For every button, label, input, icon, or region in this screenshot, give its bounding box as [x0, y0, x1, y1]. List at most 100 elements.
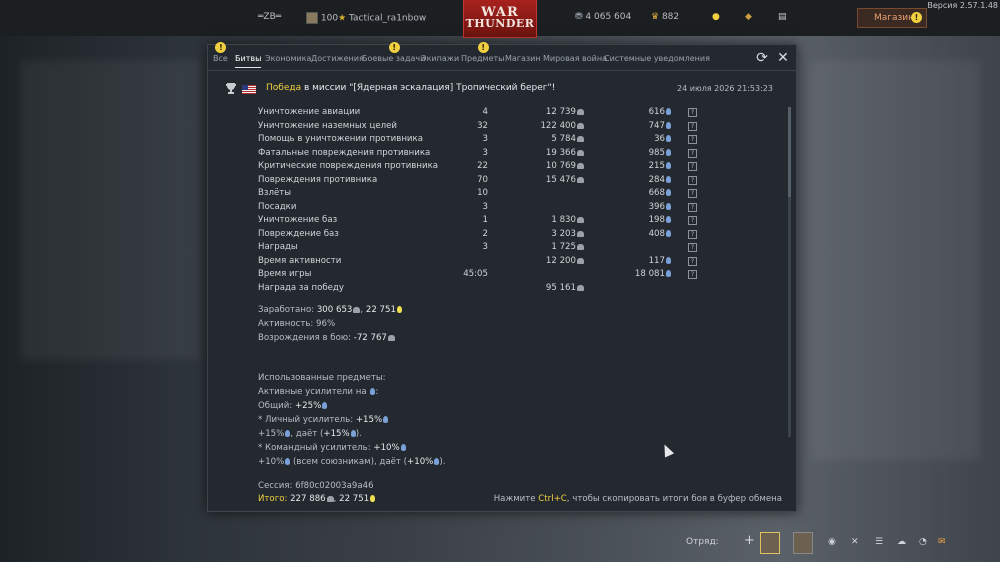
tab-achievements[interactable]: Достижения	[311, 54, 364, 63]
research-points-icon	[666, 189, 671, 196]
session-line: Сессия: 6f80c02003a9a46	[258, 481, 374, 491]
personal-booster-line: * Личный усилитель: +15%	[258, 415, 389, 425]
row-research-points: 747	[603, 121, 671, 131]
golden-eagles-balance[interactable]: ♛ 882	[651, 12, 679, 22]
row-count: 22	[477, 161, 488, 171]
tab-crews[interactable]: Экипажи	[421, 54, 459, 63]
tab-battle-tasks[interactable]: ! Боевые задачи	[362, 42, 425, 63]
row-label: Уничтожение авиации	[258, 107, 361, 117]
war-thunder-logo[interactable]: WAR THUNDER	[463, 0, 537, 38]
refresh-icon[interactable]: ⟳	[754, 50, 770, 66]
list-icon[interactable]: ☰	[875, 537, 883, 547]
version-label: Версия 2.57.1.48	[927, 1, 998, 10]
silver-lions-icon	[577, 109, 584, 115]
row-research-points: 215	[603, 161, 671, 171]
row-silver-lions: 1 830	[508, 215, 584, 225]
help-icon[interactable]: ?	[688, 243, 697, 252]
row-count: 1	[482, 215, 488, 225]
premium-icon[interactable]: ◆	[745, 12, 752, 22]
row-count: 3	[482, 242, 488, 252]
add-squad-member-icon[interactable]: +	[744, 533, 755, 548]
tab-items[interactable]: ! Предметы	[461, 42, 504, 63]
scrollbar[interactable]	[788, 107, 791, 437]
row-research-points: 616	[603, 107, 671, 117]
row-count: 45:05	[463, 269, 488, 279]
research-points-icon	[666, 175, 671, 183]
help-icon[interactable]: ?	[688, 229, 697, 239]
research-points-icon	[666, 148, 671, 156]
table-row: Взлёты 10 668?	[258, 188, 718, 202]
tab-economy[interactable]: Экономика	[265, 54, 311, 63]
table-row: Уничтожение наземных целей 32 122 400 747?	[258, 121, 718, 135]
active-boosters-line: Активные усилители на :	[258, 387, 379, 397]
tab-shop[interactable]: Магазин	[505, 54, 541, 63]
help-icon[interactable]: ?	[688, 162, 697, 171]
help-icon[interactable]: ?	[688, 108, 697, 117]
row-count: 3	[482, 147, 488, 158]
help-icon[interactable]: ?	[688, 189, 697, 198]
used-items-heading: Использованные предметы:	[258, 373, 386, 383]
trophy-icon	[226, 83, 236, 94]
player-profile[interactable]: 100★ Tactical_ra1nbow	[306, 12, 426, 24]
row-silver-lions: 95 161	[508, 283, 584, 293]
row-label: Фатальные повреждения противника	[258, 147, 431, 158]
research-points-icon	[666, 121, 671, 129]
help-icon[interactable]: ?	[688, 121, 697, 131]
earned-line: Заработано: 300 653, 22 751	[258, 305, 402, 315]
squad-settings-icon[interactable]: ◉	[828, 537, 836, 547]
top-bar: ═ZB═ 100★ Tactical_ra1nbow WAR THUNDER ⛃…	[0, 0, 1000, 38]
row-label: Награды	[258, 242, 298, 252]
squad-member-slot[interactable]	[760, 532, 780, 554]
row-silver-lions: 10 769	[508, 161, 584, 171]
close-icon[interactable]: ✕	[775, 50, 791, 66]
row-silver-lions: 122 400	[508, 121, 584, 131]
row-research-points: 117	[603, 256, 671, 266]
message-content: Победа в миссии "[Ядерная эскалация] Тро…	[208, 71, 796, 511]
row-silver-lions: 12 739	[508, 107, 584, 117]
mail-icon[interactable]: ✉	[938, 537, 946, 547]
row-label: Награда за победу	[258, 282, 344, 293]
contacts-icon[interactable]: ☁	[897, 537, 906, 547]
squad-member-slot[interactable]	[793, 532, 813, 554]
chat-icon[interactable]: ◔	[919, 537, 927, 547]
rewards-table: Уничтожение авиации 4 12 739 616? Уничтожени…	[258, 107, 718, 296]
tab-all[interactable]: ! Все	[213, 42, 228, 63]
row-label: Повреждения противника	[258, 174, 378, 185]
row-research-points: 668	[603, 188, 671, 198]
tab-bar: ! Все Битвы Экономика Достижения ! Боевые …	[208, 42, 796, 71]
row-research-points: 985	[603, 148, 671, 158]
squad-booster-gives-line: +10% (всем союзникам), даёт (+10%).	[258, 457, 446, 467]
row-label: Уничтожение баз	[258, 215, 338, 225]
help-icon[interactable]: ?	[688, 270, 697, 279]
help-icon[interactable]: ?	[688, 216, 697, 225]
help-icon[interactable]: ?	[688, 256, 697, 266]
help-icon[interactable]: ?	[688, 148, 697, 158]
research-points-icon	[666, 202, 671, 210]
shop-alert-icon: !	[911, 12, 922, 23]
coupon-icon[interactable]: ▤	[778, 12, 787, 22]
squad-tag[interactable]: ═ZB═	[258, 12, 281, 22]
silver-lions-icon	[577, 122, 584, 129]
row-label: Уничтожение наземных целей	[258, 120, 397, 131]
tab-system-notifications[interactable]: Системные уведомления	[604, 54, 710, 63]
scrollbar-thumb[interactable]	[788, 107, 791, 197]
tab-world-war[interactable]: Мировая война	[543, 54, 607, 63]
avatar	[306, 12, 318, 24]
lightbulb-icon[interactable]: ●	[712, 12, 720, 22]
tab-battles[interactable]: Битвы	[235, 54, 262, 68]
research-points-icon	[396, 306, 402, 313]
help-icon[interactable]: ?	[688, 135, 697, 144]
help-icon[interactable]: ?	[688, 202, 697, 212]
research-points-icon	[400, 444, 406, 451]
research-points-icon	[666, 270, 671, 277]
leave-squad-icon[interactable]: ✕	[851, 537, 859, 547]
silver-lions-balance[interactable]: ⛃ 4 065 604	[575, 12, 631, 22]
row-label: Критические повреждения противника	[258, 161, 439, 171]
help-icon[interactable]: ?	[688, 175, 697, 185]
golden-eagles-icon: ♛	[651, 12, 660, 22]
table-row: Критические повреждения противника 22 10 7…	[258, 161, 718, 175]
row-research-points: 36	[603, 134, 671, 144]
research-points-icon	[383, 416, 389, 423]
row-research-points: 284	[603, 175, 671, 185]
research-points-icon	[370, 388, 376, 395]
